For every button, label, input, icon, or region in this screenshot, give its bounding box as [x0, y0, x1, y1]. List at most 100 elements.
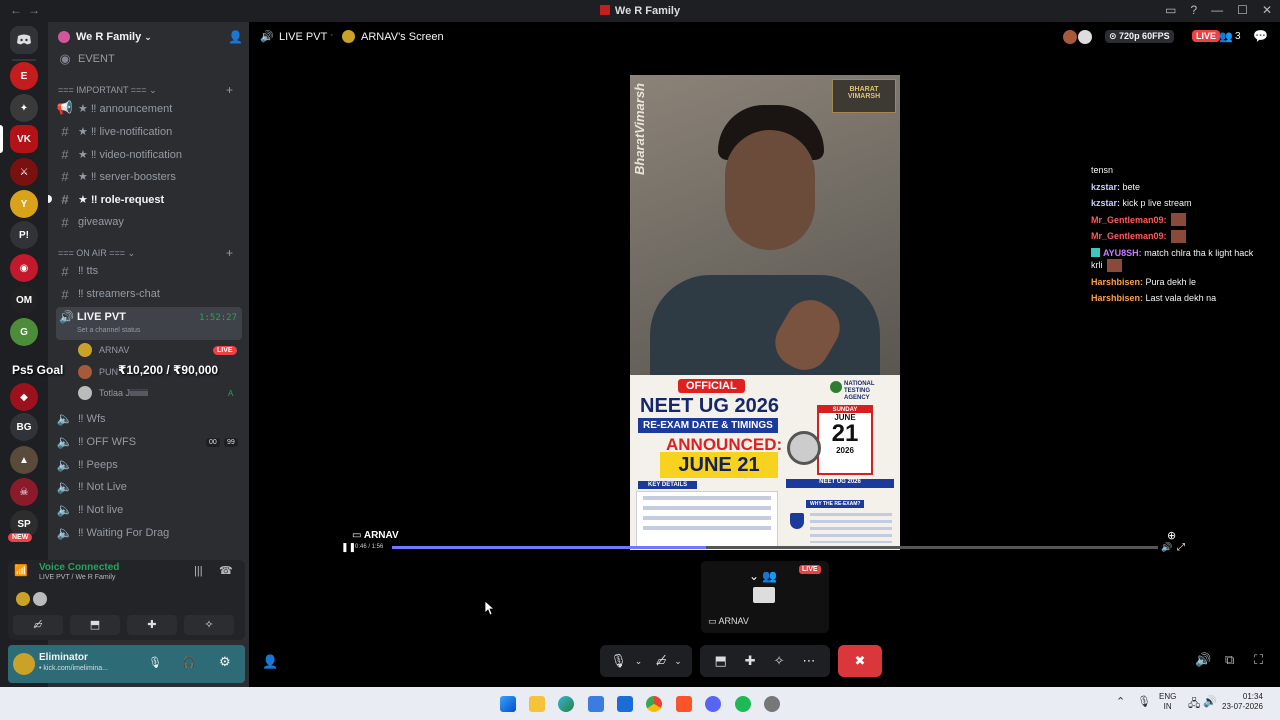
channel-tts[interactable]: # ‼ tts: [56, 261, 242, 281]
screen-share-icon[interactable]: ⬒: [714, 653, 726, 669]
voice-connected-title[interactable]: Voice Connected: [39, 562, 119, 573]
zoom-icon[interactable]: ⊕: [1167, 529, 1176, 542]
server-icon-active[interactable]: VK: [10, 125, 38, 153]
channel-peeps[interactable]: 🔈 ‼ Peeps: [56, 455, 242, 475]
file-explorer-icon[interactable]: [529, 696, 545, 712]
server-icon[interactable]: ◆: [10, 383, 38, 411]
headphones-icon[interactable]: 🎧: [182, 656, 196, 669]
channel-video-notification[interactable]: # ★ ‼ video-notification: [56, 144, 242, 164]
spotify-icon[interactable]: [735, 696, 751, 712]
chat-icon[interactable]: 💬: [1253, 29, 1268, 43]
channel-streamers-chat[interactable]: # ‼ streamers-chat: [56, 284, 242, 304]
brave-icon[interactable]: [676, 696, 692, 712]
channel-server-boosters[interactable]: # ★ ‼ server-boosters: [56, 166, 242, 186]
channel-role-request[interactable]: # ★ ‼ role-request: [56, 189, 242, 209]
discord-home-icon[interactable]: [10, 26, 38, 54]
server-icon[interactable]: ☠: [10, 478, 38, 506]
channel-announcement[interactable]: 📢 ★ ‼ announcement: [56, 98, 242, 118]
more-options-icon[interactable]: ⋯: [803, 653, 816, 669]
volume-icon[interactable]: 🔊: [1195, 652, 1211, 668]
network-icon[interactable]: 🖧: [1188, 695, 1200, 714]
disconnect-icon[interactable]: ☎: [219, 564, 233, 577]
inbox-icon[interactable]: ▭: [1165, 3, 1176, 17]
activities-button[interactable]: ✚: [127, 615, 177, 635]
fullscreen-icon[interactable]: ⤢: [1177, 542, 1185, 553]
server-icon[interactable]: G: [10, 318, 38, 346]
start-icon[interactable]: [500, 696, 516, 712]
edge-icon[interactable]: [558, 696, 574, 712]
screen-share-button[interactable]: ⬒: [70, 615, 120, 635]
mini-stream-tile[interactable]: ⌄ 👥 LIVE ▭ ARNAV: [701, 561, 829, 633]
channel-live-notification[interactable]: # ★ ‼ live-notification: [56, 121, 242, 141]
add-channel-icon[interactable]: +: [226, 83, 233, 97]
minimize-button[interactable]: —: [1211, 3, 1223, 17]
voice-connected-subtitle[interactable]: LIVE PVT / We R Family: [39, 574, 115, 581]
channel-label: ‼ tts: [78, 265, 99, 277]
camera-off-button[interactable]: ▱̸: [13, 615, 63, 635]
channel-event[interactable]: ◉ EVENT: [56, 49, 242, 69]
user-name[interactable]: Eliminator: [39, 652, 88, 663]
user-avatar[interactable]: [13, 653, 35, 675]
activities-icon[interactable]: ✚: [745, 653, 756, 669]
server-icon[interactable]: ▲: [10, 446, 38, 474]
channel-not-live-2[interactable]: 🔈 ‼ Not live: [56, 500, 242, 520]
mic-options-chevron-icon[interactable]: ⌄: [635, 656, 643, 667]
store-icon[interactable]: [588, 696, 604, 712]
server-header[interactable]: We R Family ⌄ 👤: [48, 22, 249, 52]
voice-user[interactable]: Totlaa Jiiiiiiiii A: [78, 383, 233, 403]
channel-wfs[interactable]: 🔈 ‼ Wfs: [56, 409, 242, 429]
camera-options-chevron-icon[interactable]: ⌄: [674, 656, 682, 667]
channel-live-pvt[interactable]: 🔊 LIVE PVT 1:52:27 Set a channel status: [56, 307, 242, 340]
add-user-icon[interactable]: 👤: [228, 30, 243, 44]
speaker-icon: 🔈: [56, 525, 74, 540]
server-icon[interactable]: E: [10, 62, 38, 90]
noise-suppression-icon[interactable]: |||: [194, 565, 203, 577]
close-button[interactable]: ✕: [1262, 3, 1272, 17]
voice-user[interactable]: ARNAV LIVE: [78, 340, 237, 360]
mic-icon[interactable]: 🎙: [610, 653, 627, 669]
mic-icon[interactable]: 🎙: [148, 656, 162, 669]
discord-taskbar-icon[interactable]: [705, 696, 721, 712]
speaker-tray-icon[interactable]: 🔊: [1203, 695, 1217, 708]
chrome-icon[interactable]: [646, 696, 662, 712]
server-icon[interactable]: P!: [10, 221, 38, 249]
server-icon[interactable]: ✦: [10, 94, 38, 122]
viewers-icon[interactable]: 👥: [1219, 30, 1233, 43]
pop-out-icon[interactable]: ⧉: [1225, 652, 1234, 668]
clock[interactable]: 01:34 23-07-2026: [1222, 692, 1263, 712]
channel-off-wfs[interactable]: 🔈 ‼ OFF WFS 00 99: [56, 432, 242, 452]
server-icon[interactable]: ⚔: [10, 158, 38, 186]
channel-status[interactable]: Set a channel status: [77, 327, 140, 334]
camera-off-icon[interactable]: ▱̸: [656, 653, 666, 669]
leave-call-button[interactable]: ✖: [838, 645, 882, 677]
invite-to-voice-icon[interactable]: 👤: [262, 654, 278, 670]
category-on-air[interactable]: === ON AIR === ⌄ +: [58, 246, 233, 260]
fullscreen-icon[interactable]: ⛶: [1254, 652, 1263, 668]
mini-tile-icons[interactable]: ⌄ 👥: [749, 569, 777, 583]
category-important[interactable]: === IMPORTANT === ⌄ +: [58, 83, 233, 97]
volume-icon[interactable]: 🔊: [1161, 542, 1172, 553]
voice-user[interactable]: PUN: [78, 362, 118, 382]
app-taskbar-icon[interactable]: [764, 696, 780, 712]
key-details-box: [636, 491, 778, 549]
gear-icon[interactable]: ⚙: [219, 654, 231, 670]
server-icon[interactable]: Y: [10, 190, 38, 218]
pause-icon[interactable]: ❚❚: [341, 542, 356, 553]
progress-track[interactable]: [392, 546, 1158, 549]
mail-icon[interactable]: [617, 696, 633, 712]
stream-video[interactable]: BharatVimarsh BHARAT VIMARSH: [630, 75, 900, 375]
server-icon[interactable]: OM: [10, 286, 38, 314]
server-icon[interactable]: ◉: [10, 254, 38, 282]
tray-chevron-icon[interactable]: ⌃: [1116, 695, 1125, 708]
add-channel-icon[interactable]: +: [226, 246, 233, 260]
channel-waiting[interactable]: 🔈 ‼ Waiting For Drag: [56, 523, 242, 543]
soundboard-button[interactable]: ✧: [184, 615, 234, 635]
server-icon[interactable]: BG: [10, 413, 38, 441]
help-icon[interactable]: ?: [1190, 3, 1197, 17]
tray-mic-icon[interactable]: 🎙: [1137, 695, 1151, 708]
channel-giveaway[interactable]: # giveaway: [56, 212, 242, 232]
soundboard-icon[interactable]: ✧: [774, 653, 785, 669]
maximize-button[interactable]: ☐: [1237, 3, 1248, 17]
channel-not-live-1[interactable]: 🔈 ‼ Not Live: [56, 477, 242, 497]
language-indicator[interactable]: ENG IN: [1159, 692, 1176, 712]
